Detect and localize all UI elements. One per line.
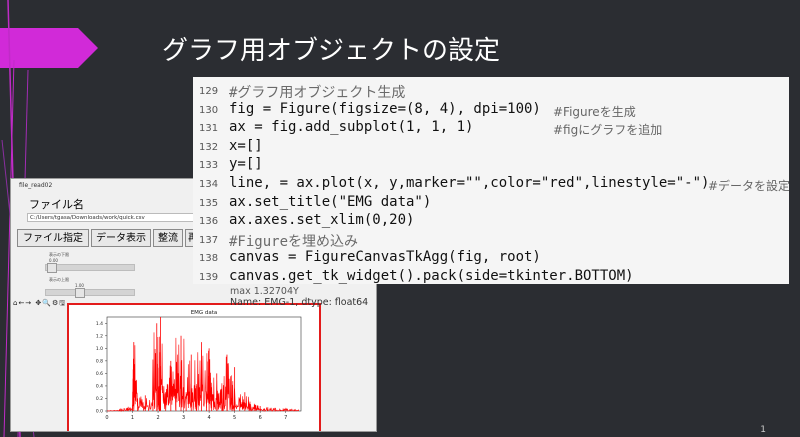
slider-lower-thumb[interactable]	[47, 263, 57, 273]
slide-title: グラフ用オブジェクトの設定	[162, 36, 501, 66]
matplotlib-toolbar[interactable]: ⌂←→ ✥🔍⚙🖫	[13, 299, 66, 310]
code-text: ax.axes.set_xlim(0,20)	[229, 212, 415, 229]
code-text: ax.set_title("EMG data")	[229, 193, 432, 210]
slider-lower-track[interactable]	[45, 264, 135, 271]
code-line: 133 y=[]	[193, 155, 789, 175]
code-text: y=[]	[229, 156, 263, 173]
y-tick-label: 1.2	[96, 334, 103, 340]
page-number: 1	[760, 425, 766, 435]
code-line: 129 #グラフ用オブジェクト生成	[193, 81, 789, 101]
chart-title: EMG data	[191, 310, 218, 316]
series-info: max 1.32704Y Name: EMG-1, dtype: float64	[230, 286, 368, 308]
code-line: 138 canvas = FigureCanvasTkAgg(fig, root)	[193, 248, 789, 268]
code-panel: 129 #グラフ用オブジェクト生成 130 fig = Figure(figsize=…	[193, 77, 789, 284]
x-tick-label: 0	[105, 415, 108, 421]
y-tick-label: 1.0	[96, 346, 103, 352]
show-data-button[interactable]: データ表示	[91, 229, 151, 247]
line-number: 137	[199, 234, 219, 246]
code-line: 136 ax.axes.set_xlim(0,20)	[193, 211, 789, 231]
rectify-button[interactable]: 整流	[153, 229, 183, 247]
emg-chart: EMG data 0 1 2 3 4 5 6 7 0.0 0.2 0.4 0.6 0.8 1.0 1.2 1.4	[96, 310, 302, 421]
code-line: 137 #Figureを埋め込み	[193, 230, 789, 250]
line-number: 134	[199, 179, 219, 190]
y-tick-label: 0.4	[96, 384, 103, 390]
plot-area	[106, 316, 302, 412]
code-text: line, = ax.plot(x, y,marker="",color="re…	[229, 175, 710, 191]
code-line: 132 x=[]	[193, 137, 789, 157]
line-number: 138	[199, 253, 219, 265]
window-title: file_read02	[19, 182, 53, 189]
code-line: 139 canvas.get_tk_widget().pack(side=tkin…	[193, 267, 789, 284]
inline-comment: #データを設定	[708, 179, 789, 193]
select-file-button[interactable]: ファイル指定	[17, 229, 89, 247]
file-name-label: ファイル名	[29, 198, 84, 211]
slider-upper-label: 表示の上限	[49, 277, 69, 282]
line-number: 131	[199, 123, 219, 135]
code-text: canvas = FigureCanvasTkAgg(fig, root)	[229, 249, 541, 266]
series-name-line: Name: EMG-1, dtype: float64	[230, 297, 369, 308]
emg-plot-highlight: EMG data 0 1 2 3 4 5 6 7 0.0 0.2 0.4 0.6 0.8 1.0 1.2 1.4	[67, 303, 321, 431]
code-text: fig = Figure(figsize=(8, 4), dpi=100)	[229, 100, 541, 117]
x-tick-label: 6	[259, 415, 262, 421]
x-tick-label: 1	[131, 415, 134, 421]
x-tick-label: 4	[208, 415, 211, 421]
slider-upper-thumb[interactable]	[75, 288, 85, 298]
y-tick-label: 1.4	[96, 321, 103, 327]
line-number: 133	[199, 160, 219, 172]
slider-upper-track[interactable]	[45, 289, 135, 296]
y-tick-label: 0.0	[96, 409, 103, 415]
code-line: 134 line, = ax.plot(x, y,marker="",color=…	[193, 174, 789, 194]
x-tick-label: 3	[182, 415, 185, 421]
line-number: 139	[199, 272, 219, 283]
y-tick-label: 0.6	[96, 371, 103, 377]
line-number: 136	[199, 216, 219, 228]
inline-comment: #Figureを生成	[553, 104, 636, 119]
x-tick-label: 7	[284, 415, 287, 421]
y-tick-label: 0.2	[96, 396, 103, 402]
line-number: 132	[199, 141, 219, 153]
code-text: ax = fig.add_subplot(1, 1, 1)	[229, 119, 474, 136]
inline-comment: #figにグラフを追加	[553, 123, 663, 138]
code-line: 130 fig = Figure(figsize=(8, 4), dpi=100)…	[193, 100, 789, 120]
line-number: 135	[199, 197, 219, 209]
x-tick-label: 2	[156, 415, 159, 421]
y-tick-label: 0.8	[96, 359, 103, 365]
line-number: 130	[199, 104, 219, 116]
series-max-line: max 1.32704Y	[230, 286, 299, 297]
line-number: 129	[199, 86, 219, 97]
code-line: 131 ax = fig.add_subplot(1, 1, 1) #figにグラフ…	[193, 118, 789, 138]
code-line: 135 ax.set_title("EMG data")	[193, 193, 789, 213]
file-path-field[interactable]: C:/Users/tgasa/Downloads/work/quick.csv	[27, 213, 197, 222]
code-text: canvas.get_tk_widget().pack(side=tkinter…	[229, 268, 634, 284]
code-text: x=[]	[229, 137, 263, 154]
x-tick-label: 5	[233, 415, 236, 421]
